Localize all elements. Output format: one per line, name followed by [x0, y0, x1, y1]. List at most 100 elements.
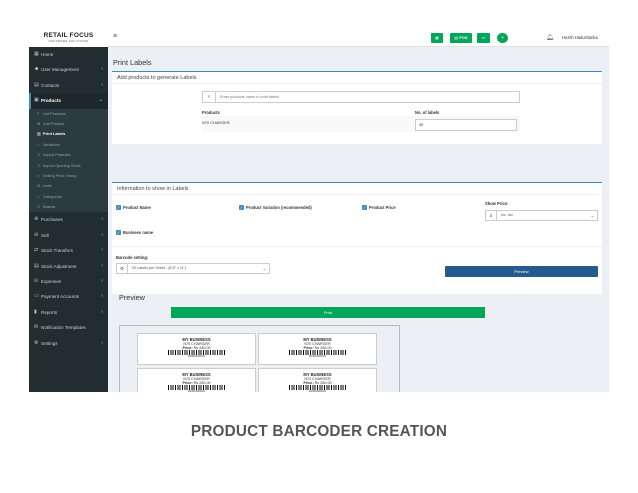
submenu-item-print-labels[interactable]: ▥ Print Labels: [29, 129, 108, 139]
bell-icon[interactable]: 🔔︎: [546, 34, 554, 41]
add-products-box: Add products to generate Labels ⌕ Produc…: [112, 71, 602, 144]
chevron-down-icon: ⌄: [590, 213, 594, 218]
cog-icon: ⚙: [117, 264, 128, 273]
barcode-setting-label: Barcode setting:: [116, 255, 149, 260]
question-icon: ?: [501, 35, 504, 40]
barcode-label: MY BUSINESS N70 CHARGER Price: Rs 280.00…: [258, 368, 377, 392]
envelope-icon: ✉: [34, 324, 39, 331]
sidebar-item-payment-accounts[interactable]: ▭ Payment Accounts ‹: [29, 289, 108, 304]
submenu-item-add-product[interactable]: ⊕ Add Product: [29, 119, 108, 129]
show-price-select[interactable]: ℹ Inc. tax ⌄: [485, 210, 598, 221]
divider: [112, 246, 602, 247]
chevron-left-icon: ‹: [101, 247, 103, 254]
sidebar-nav: ▦ Home ☻ User Management ‹ ▤ Contacts ‹ ▣ Prod…: [29, 47, 108, 351]
sidebar-item-expenses[interactable]: ⊝ Expenses ‹: [29, 274, 108, 289]
product-variation-checkbox[interactable]: ✓ Product Variation (recommended): [239, 205, 312, 210]
check-icon: ✓: [362, 205, 367, 210]
product-search: ⌕: [202, 91, 520, 103]
chevron-left-icon: ‹: [101, 66, 103, 73]
sidebar-item-home[interactable]: ▦ Home: [29, 47, 108, 62]
sidebar-item-stock-adjustment[interactable]: ▤ Stock Adjustment ‹: [29, 259, 108, 274]
minus-circle-icon: ⊝: [34, 278, 39, 285]
chevron-down-icon: ⌄: [98, 97, 103, 104]
cubes-icon: ▣: [34, 97, 39, 104]
chevron-left-icon: ‹: [101, 216, 103, 223]
chevron-left-icon: ‹: [101, 278, 103, 285]
calculator-button[interactable]: ▦: [431, 33, 443, 43]
chevron-left-icon: ‹: [101, 81, 103, 88]
sidebar-item-purchases[interactable]: ⊕ Purchases ‹: [29, 212, 108, 227]
check-icon: ✓: [239, 205, 244, 210]
sidebar-item-contacts[interactable]: ▤ Contacts ‹: [29, 78, 108, 93]
truck-icon: ⇄: [34, 247, 39, 254]
database-icon: ▤: [34, 262, 39, 269]
business-name-checkbox[interactable]: ✓ Business name: [116, 230, 153, 235]
chevron-left-icon: ‹: [101, 231, 103, 238]
menu-toggle-icon[interactable]: ≡: [113, 33, 117, 40]
sidebar-item-products[interactable]: ▣ Products ⌄: [29, 93, 108, 109]
submenu-item-categories[interactable]: ⌂ Categories: [29, 192, 108, 202]
help-button[interactable]: ?: [497, 33, 508, 43]
row-product-name: N70 CHARGER: [202, 120, 230, 125]
sidebar-item-reports[interactable]: ▮ Reports ‹: [29, 305, 108, 320]
calculator-icon: ▦: [435, 35, 439, 40]
cash-register-button[interactable]: ▭: [477, 33, 490, 43]
barcode-setting-select[interactable]: ⚙ 20 Labels per Sheet - (8.5" x 11") ⌄: [116, 263, 270, 274]
sidebar-item-sell[interactable]: ⊖ Sell ‹: [29, 228, 108, 243]
sidebar-item-stock-transfers[interactable]: ⇄ Stock Transfers ‹: [29, 243, 108, 258]
chevron-left-icon: ‹: [101, 339, 103, 346]
users-icon: ☻: [34, 66, 40, 73]
submenu-item-import-products[interactable]: ⇩ Import Products: [29, 150, 108, 160]
logo[interactable]: RETAIL FOCUS SOFTWARE SOLUTIONS: [29, 30, 108, 47]
submenu-item-import-opening-stock[interactable]: ⇩ Import Opening Stock: [29, 161, 108, 171]
chevron-down-icon: ⌄: [262, 266, 266, 271]
print-button[interactable]: Print: [171, 307, 485, 318]
preview-button[interactable]: Preview: [445, 266, 598, 277]
main-content: Print Labels Add products to generate La…: [108, 47, 609, 392]
product-search-input[interactable]: [217, 92, 517, 102]
barcode-label: MY BUSINESS N70 CHARGER Price: Rs 280.00…: [258, 333, 377, 365]
user-menu[interactable]: Hezith Hadushanka: [562, 35, 598, 40]
chart-icon: ▮: [34, 308, 37, 315]
barcode-label: MY BUSINESS N70 CHARGER Price: Rs 280.00…: [137, 368, 256, 392]
address-book-icon: ▤: [34, 81, 39, 88]
submenu-item-selling-price-group[interactable]: ○ Selling Price Group: [29, 171, 108, 181]
money-icon: ▭: [481, 35, 486, 40]
info-icon: ℹ: [486, 211, 497, 220]
check-icon: ✓: [116, 205, 121, 210]
labels-count-input[interactable]: 30: [415, 119, 517, 131]
page-title: Print Labels: [113, 58, 152, 67]
cog-icon: ⚙: [34, 339, 39, 346]
chevron-left-icon: ‹: [101, 293, 103, 300]
add-products-title: Add products to generate Labels: [112, 72, 602, 84]
col-header-labels: No. of labels: [415, 110, 440, 115]
chevron-left-icon: ‹: [101, 262, 103, 269]
caption: PRODUCT BARCODER CREATION: [190, 423, 448, 440]
barcode-label: MY BUSINESS N70 CHARGER Price: Rs 280.00…: [137, 333, 256, 365]
sidebar-item-settings[interactable]: ⚙ Settings ‹: [29, 336, 108, 351]
product-price-checkbox[interactable]: ✓ Product Price: [362, 205, 396, 210]
label-sheet-preview: MY BUSINESS N70 CHARGER Price: Rs 280.00…: [119, 325, 400, 392]
sell-icon: ⊖: [34, 231, 39, 238]
purchase-icon: ⊕: [34, 216, 39, 223]
brand-name: RETAIL FOCUS: [43, 32, 94, 39]
col-header-products: Products: [202, 110, 220, 115]
show-price-label: Show Price:: [485, 201, 509, 206]
money-icon: ▭: [34, 293, 39, 300]
sidebar: RETAIL FOCUS SOFTWARE SOLUTIONS ▦ Home ☻ U…: [29, 30, 108, 392]
sidebar-item-notification-templates[interactable]: ✉ Notification Templates: [29, 320, 108, 335]
sidebar-item-user-management[interactable]: ☻ User Management ‹: [29, 62, 108, 77]
submenu-item-brands[interactable]: ◇ Brands: [29, 202, 108, 212]
product-name-checkbox[interactable]: ✓ Product Name: [116, 205, 151, 210]
submenu-item-variations[interactable]: ○ Variations: [29, 140, 108, 150]
submenu-item-units[interactable]: ⚖ Units: [29, 181, 108, 191]
info-box: Information to show in Labels ✓ Product N…: [112, 182, 602, 294]
products-submenu: ≡ List Products ⊕ Add Product ▥ Print Label…: [29, 108, 108, 213]
search-icon: ⌕: [203, 92, 216, 102]
top-header: ≡ ▦ ▤ POS ▭ ? 🔔︎ Hezith Hadushanka: [108, 30, 609, 47]
submenu-item-list-products[interactable]: ≡ List Products: [29, 109, 108, 119]
pos-button[interactable]: ▤ POS: [450, 33, 472, 43]
brand-tagline: SOFTWARE SOLUTIONS: [48, 39, 89, 43]
preview-title: Preview: [119, 293, 145, 302]
check-icon: ✓: [116, 230, 121, 235]
